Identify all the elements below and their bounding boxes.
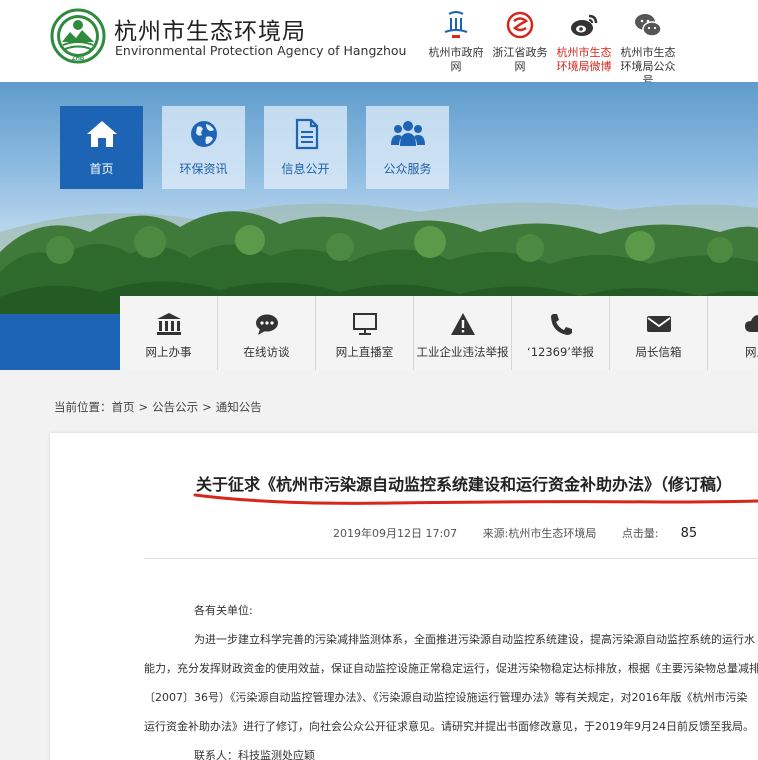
main-nav-news[interactable]: 环保资讯 [162, 106, 245, 189]
article-paragraph: 运行资金补助办法》进行了修订，向社会公众公开征求意见。请研究并提出书面修改意见，… [144, 720, 754, 733]
breadcrumb-prefix: 当前位置： [54, 400, 112, 414]
warning-icon [450, 313, 475, 335]
divider [144, 558, 758, 559]
service-label: 网上 [745, 345, 758, 359]
quick-link-hangzhou-gov[interactable]: 杭州市政府网 [424, 10, 488, 88]
service-label: ‘12369’举报 [527, 345, 594, 359]
article-paragraph: 能力，充分发挥财政资金的使用效益，保证自动监控设施正常稳定运行，促进污染物稳定达… [144, 662, 758, 675]
article-meta: 2019年09月12日 17:07 来源:杭州市生态环境局 点击量: 85 [333, 525, 697, 541]
service-online-more[interactable]: 网上 [708, 296, 758, 370]
article-hits-label: 点击量: [621, 527, 659, 540]
article-paragraph: 为进一步建立科学完善的污染减排监测体系，全面推进污染源自动监控系统建设，提高污染… [194, 633, 755, 646]
site-subtitle: Environmental Protection Agency of Hangz… [115, 43, 407, 58]
zhejiang-gov-icon [506, 11, 534, 39]
header: ZHB 杭州市生态环境局 Environmental Protection Ag… [0, 0, 758, 87]
quick-link-label: 杭州市政府网 [428, 46, 484, 73]
quick-link-label: 浙江省政务网 [492, 46, 548, 73]
quick-link-zhejiang-gov[interactable]: 浙江省政务网 [488, 10, 552, 88]
red-underline-mark [193, 493, 758, 505]
breadcrumb-separator: > [138, 400, 149, 414]
article-card: 关于征求《杭州市污染源自动监控系统建设和运行资金补助办法》（修订稿） 2019年… [50, 433, 758, 760]
breadcrumb-home[interactable]: 首页 [112, 400, 135, 414]
users-icon [390, 121, 425, 146]
svg-text:ZHB: ZHB [72, 56, 85, 62]
main-nav: 首页 环保资讯 信息公开 公众服务 [60, 106, 449, 189]
service-online-affairs[interactable]: 网上办事 [120, 296, 218, 370]
site-title: 杭州市生态环境局 [114, 19, 306, 45]
bank-icon [156, 313, 181, 335]
service-bar-accent [0, 314, 120, 370]
service-live-room[interactable]: 网上直播室 [316, 296, 414, 370]
nav-label: 环保资讯 [179, 162, 228, 176]
article-body: 各有关单位: 为进一步建立科学完善的污染减排监测体系，全面推进污染源自动监控系统… [144, 596, 758, 760]
breadcrumb-announcements[interactable]: 公告公示 [152, 400, 198, 414]
main-nav-services[interactable]: 公众服务 [366, 106, 449, 189]
service-online-interview[interactable]: 在线访谈 [218, 296, 316, 370]
article-source: 来源:杭州市生态环境局 [482, 527, 597, 540]
quick-link-wechat[interactable]: 杭州市生态环境局公众号 [616, 10, 680, 88]
breadcrumb-separator: > [202, 400, 212, 414]
cloud-icon [744, 315, 758, 332]
service-bar: 网上办事 在线访谈 网上直播室 工业企业违法举报 ‘12369’举报 局长信箱 … [120, 296, 758, 370]
article-paragraph: 〔2007〕36号）《污染源自动监控管理办法》、《污染源自动监控设施运行管理办法… [144, 691, 748, 704]
monitor-icon [352, 313, 377, 335]
phone-icon [550, 314, 572, 335]
wechat-icon [635, 14, 662, 37]
service-violation-report[interactable]: 工业企业违法举报 [414, 296, 512, 370]
nav-label: 公众服务 [383, 162, 432, 176]
document-icon [295, 118, 318, 150]
chat-icon [255, 314, 278, 335]
article-hits-count: 85 [680, 526, 698, 541]
breadcrumb-notices[interactable]: 通知公告 [216, 400, 262, 414]
breadcrumb: 当前位置：首页 > 公告公示 > 通知公告 [54, 399, 262, 415]
nav-label: 信息公开 [281, 162, 330, 176]
page: ZHB 杭州市生态环境局 Environmental Protection Ag… [0, 0, 758, 760]
nav-label: 首页 [89, 162, 114, 176]
service-12369-report[interactable]: ‘12369’举报 [512, 296, 610, 370]
service-label: 网上直播室 [335, 345, 394, 359]
article-paragraph: 联系人：科技监测处应颖 [194, 749, 315, 760]
globe-icon [190, 121, 217, 147]
main-nav-info[interactable]: 信息公开 [264, 106, 347, 189]
home-icon [86, 121, 117, 147]
main-nav-home[interactable]: 首页 [60, 106, 143, 189]
article-date: 2019年09月12日 17:07 [333, 527, 458, 540]
service-label: 在线访谈 [243, 345, 290, 359]
mail-icon [646, 316, 671, 332]
article-paragraph: 各有关单位: [194, 604, 253, 617]
service-director-mailbox[interactable]: 局长信箱 [610, 296, 708, 370]
quick-link-weibo[interactable]: 杭州市生态环境局微博 [552, 10, 616, 88]
hangzhou-gov-icon [444, 11, 468, 38]
weibo-icon [571, 14, 598, 36]
quick-link-label: 杭州市生态环境局微博 [556, 46, 612, 73]
quick-links: 杭州市政府网 浙江省政务网 杭州市生态环境局微博 杭州市生态环境局公众号 [424, 10, 680, 88]
service-label: 网上办事 [145, 345, 192, 359]
service-label: 局长信箱 [635, 345, 682, 359]
banner: 首页 环保资讯 信息公开 公众服务 网上办事 在线访谈 网上直播室 工业企业违法… [0, 82, 758, 370]
agency-emblem-icon[interactable]: ZHB [50, 8, 106, 64]
service-label: 工业企业违法举报 [416, 345, 509, 359]
